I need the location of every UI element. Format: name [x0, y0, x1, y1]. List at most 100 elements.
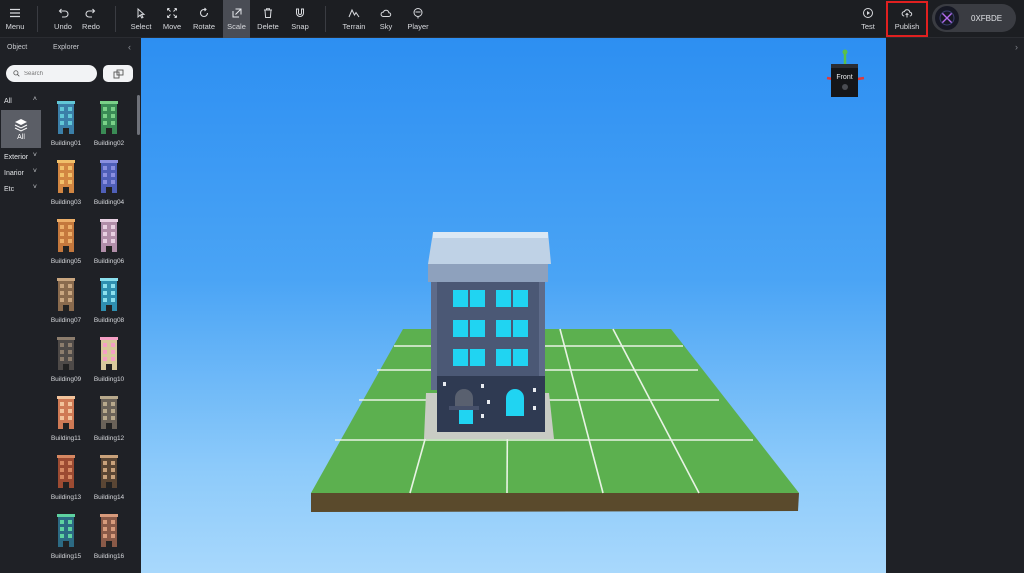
view-orientation-gizmo[interactable]: Front	[826, 49, 865, 98]
scale-icon	[232, 8, 241, 18]
asset-item-building01[interactable]: Building01	[44, 98, 88, 154]
scene-viewport[interactable]: Front	[141, 38, 886, 573]
panel-tabs: Object Explorer ‹	[0, 38, 141, 58]
asset-item-building11[interactable]: Building11	[44, 393, 88, 449]
layers-icon	[14, 118, 28, 132]
asset-item-label: Building13	[50, 494, 82, 501]
undo-label: Undo	[54, 22, 72, 31]
building01-model[interactable]	[424, 232, 554, 439]
gizmo-front-label: Front	[836, 74, 852, 81]
wallet-address: 0XFBDE	[971, 13, 1003, 23]
collapse-panel-icon[interactable]: ‹	[128, 42, 131, 52]
search-box[interactable]	[6, 65, 97, 82]
view-toggle-button[interactable]	[103, 65, 133, 82]
snap-button[interactable]: Snap	[286, 0, 314, 38]
category-interior[interactable]: Inarior ˅	[0, 165, 42, 181]
rotate-tool-button[interactable]: Rotate	[190, 0, 218, 38]
building-pillar	[431, 282, 437, 390]
scale-tool-button[interactable]: Scale	[223, 0, 250, 38]
editor-app: Menu Undo Redo Select Move Rotate Scale	[0, 0, 1024, 573]
test-button[interactable]: Test	[854, 0, 882, 38]
rotate-icon	[199, 7, 209, 18]
wallet-account-button[interactable]: 0XFBDE	[932, 4, 1016, 32]
ground-plane	[311, 329, 799, 493]
select-tool-button[interactable]: Select	[127, 0, 155, 38]
asset-item-label: Building09	[50, 376, 82, 383]
asset-item-building02[interactable]: Building02	[87, 98, 131, 154]
properties-panel: ›	[886, 38, 1024, 573]
move-tool-button[interactable]: Move	[158, 0, 186, 38]
asset-item-building04[interactable]: Building04	[87, 157, 131, 213]
asset-item-label: Building08	[93, 317, 125, 324]
undo-button[interactable]: Undo	[50, 0, 76, 38]
player-button[interactable]: Player	[403, 0, 433, 38]
building-thumbnail-icon	[57, 219, 75, 252]
category-list: All ˄ All Exterior ˅ Inarior ˅ Etc ˅	[0, 93, 42, 197]
asset-item-building13[interactable]: Building13	[44, 452, 88, 508]
tab-explorer[interactable]: Explorer	[53, 44, 79, 51]
asset-grid-scrollbar[interactable]	[137, 95, 140, 135]
menu-button[interactable]: Menu	[2, 0, 28, 38]
building-arch-door	[455, 389, 473, 408]
asset-item-building14[interactable]: Building14	[87, 452, 131, 508]
search-input[interactable]	[24, 70, 84, 77]
building-cornice	[428, 264, 548, 282]
publish-highlight-box	[886, 1, 928, 37]
asset-item-building16[interactable]: Building16	[87, 511, 131, 567]
building-thumbnail-icon	[100, 396, 118, 429]
terrain-icon	[348, 8, 360, 18]
category-interior-label: Inarior	[4, 169, 24, 177]
building-thumbnail-icon	[57, 101, 75, 134]
asset-item-building06[interactable]: Building06	[87, 216, 131, 272]
tab-object[interactable]: Object	[7, 44, 27, 51]
redo-button[interactable]: Redo	[78, 0, 104, 38]
terrain-button[interactable]: Terrain	[339, 0, 369, 38]
asset-item-building07[interactable]: Building07	[44, 275, 88, 331]
category-all-tile[interactable]: All	[1, 110, 41, 148]
category-etc[interactable]: Etc ˅	[0, 181, 42, 197]
building-pillar	[539, 282, 545, 390]
sky-label: Sky	[379, 22, 393, 31]
terrain-label: Terrain	[342, 22, 366, 31]
top-toolbar: Menu Undo Redo Select Move Rotate Scale	[0, 0, 1024, 38]
hamburger-icon	[10, 8, 20, 18]
delete-label: Delete	[257, 22, 279, 31]
asset-item-label: Building01	[50, 140, 82, 147]
building-thumbnail-icon	[57, 396, 75, 429]
asset-item-building09[interactable]: Building09	[44, 334, 88, 390]
building-awning	[449, 406, 479, 410]
asset-item-building08[interactable]: Building08	[87, 275, 131, 331]
building-thumbnail-icon	[57, 514, 75, 547]
scale-label: Scale	[227, 22, 246, 31]
ground-edge	[311, 493, 799, 512]
asset-item-building15[interactable]: Building15	[44, 511, 88, 567]
player-label: Player	[407, 22, 429, 31]
asset-item-building10[interactable]: Building10	[87, 334, 131, 390]
toolbar-divider	[37, 6, 38, 32]
chevron-down-icon: ˅	[32, 184, 37, 191]
asset-item-building12[interactable]: Building12	[87, 393, 131, 449]
asset-item-label: Building04	[93, 199, 125, 206]
asset-item-label: Building06	[93, 258, 125, 265]
player-icon	[413, 8, 423, 19]
asset-item-building03[interactable]: Building03	[44, 157, 88, 213]
asset-item-label: Building05	[50, 258, 82, 265]
delete-button[interactable]: Delete	[254, 0, 282, 38]
cloud-icon	[380, 9, 392, 17]
asset-item-label: Building15	[50, 553, 82, 560]
building-roof-top	[433, 232, 548, 238]
scene-canvas[interactable]: Front	[141, 38, 886, 573]
building-thumbnail-icon	[100, 455, 118, 488]
category-all-dropdown[interactable]: All ˄	[0, 93, 42, 109]
sky-button[interactable]: Sky	[372, 0, 400, 38]
redo-label: Redo	[82, 22, 100, 31]
category-exterior[interactable]: Exterior ˅	[0, 149, 42, 165]
building-thumbnail-icon	[100, 514, 118, 547]
select-label: Select	[130, 22, 152, 31]
expand-panel-icon[interactable]: ›	[1015, 42, 1018, 52]
category-exterior-label: Exterior	[4, 153, 29, 161]
test-label: Test	[861, 22, 875, 31]
chevron-down-icon: ˅	[32, 168, 37, 175]
building-thumbnail-icon	[57, 278, 75, 311]
asset-item-building05[interactable]: Building05	[44, 216, 88, 272]
